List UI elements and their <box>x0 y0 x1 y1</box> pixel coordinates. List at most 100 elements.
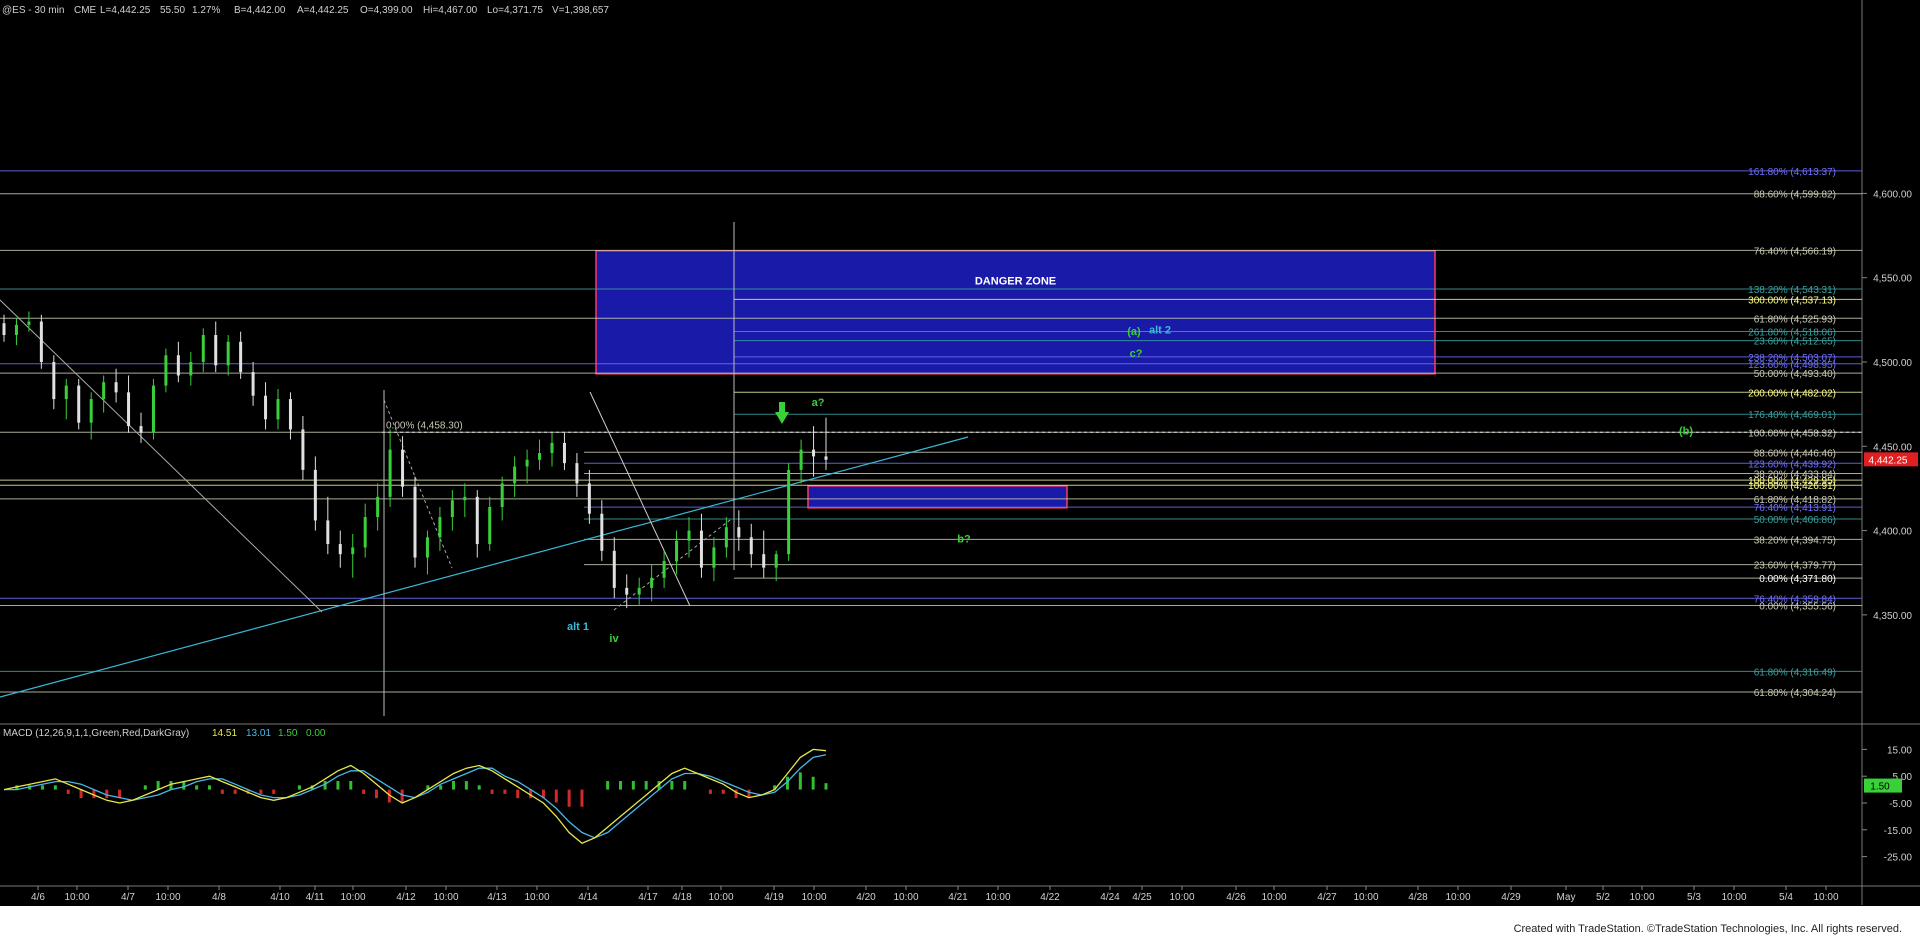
candle-body <box>326 520 330 545</box>
candle-body <box>699 530 703 568</box>
candle-body <box>214 335 218 366</box>
candle-body <box>2 323 6 336</box>
time-tick-label: 4/18 <box>672 892 692 903</box>
candle-body <box>562 442 566 464</box>
candle-body <box>388 449 392 497</box>
fib-level-label: 50.00% (4,493.40) <box>1754 369 1836 380</box>
candle-body <box>650 577 654 588</box>
macd-tick-label: -25.00 <box>1884 853 1913 864</box>
price-tick-label: 4,350.00 <box>1873 611 1912 622</box>
candle-body <box>488 506 492 545</box>
header-change-pct: 1.27% <box>192 5 220 16</box>
price-tick-label: 4,450.00 <box>1873 442 1912 453</box>
candle-body <box>450 500 454 518</box>
time-tick-label: 10:00 <box>1353 892 1378 903</box>
candle-body <box>550 442 554 454</box>
candle-body <box>239 341 243 373</box>
header-ask: A=4,442.25 <box>297 5 349 16</box>
candle-body <box>500 483 504 507</box>
time-tick-label: 10:00 <box>1169 892 1194 903</box>
candle-body <box>151 385 155 433</box>
candle-body <box>762 554 766 568</box>
candle-body <box>376 496 380 518</box>
candle-body <box>525 459 529 467</box>
candle-body <box>774 554 778 568</box>
candle-body <box>89 399 93 423</box>
target-zone[interactable] <box>807 485 1068 509</box>
wave-label: alt 1 <box>567 621 589 633</box>
candle-body <box>251 372 255 396</box>
wave-label: (b) <box>1679 425 1693 437</box>
price-chart[interactable]: DANGER ZONE 161.80% (4,613.37) 88.60% (4,… <box>0 0 1920 937</box>
macd-tick-label: -15.00 <box>1884 826 1913 837</box>
header-symbol: @ES - 30 min <box>2 5 64 16</box>
time-tick-label: 10:00 <box>985 892 1010 903</box>
price-tick-label: 4,400.00 <box>1873 527 1912 538</box>
macd-value: 14.51 <box>212 728 237 739</box>
time-tick-label: 4/28 <box>1408 892 1428 903</box>
fib-level-label: 76.40% (4,413.91) <box>1754 503 1836 514</box>
candle-body <box>625 587 629 595</box>
fib-level-label: 0.00% (4,371.80) <box>1759 574 1836 585</box>
macd-last-label: 1.50 <box>1870 782 1890 793</box>
candle-body <box>363 517 367 548</box>
time-tick-label: 4/17 <box>638 892 658 903</box>
fib-zero-label: 0.00% (4,458.30) <box>386 420 463 431</box>
fib-level-label: 61.80% (4,316.49) <box>1754 667 1836 678</box>
header-open: O=4,399.00 <box>360 5 413 16</box>
header-change: 55.50 <box>160 5 185 16</box>
candle-body <box>425 537 429 558</box>
candle-body <box>812 449 816 457</box>
header-volume: V=1,398,657 <box>552 5 609 16</box>
candle-body <box>226 341 230 366</box>
candle-body <box>64 385 68 400</box>
candle-body <box>575 463 579 484</box>
fib-level-label: 88.60% (4,446.46) <box>1754 448 1836 459</box>
candle-body <box>189 362 193 376</box>
fib-level-label: 61.80% (4,525.93) <box>1754 314 1836 325</box>
last-price-label: 4,442.25 <box>1869 455 1908 466</box>
candle-body <box>127 392 131 427</box>
time-tick-label: 10:00 <box>340 892 365 903</box>
header-exchange: CME <box>74 5 97 16</box>
wave-label: a? <box>812 397 825 409</box>
fib-level-label: 138.20% (4,543.31) <box>1748 285 1836 296</box>
chart-window: DANGER ZONE 161.80% (4,613.37) 88.60% (4,… <box>0 0 1920 937</box>
candle-body <box>600 513 604 551</box>
fib-level-label: 23.60% (4,512.65) <box>1754 337 1836 348</box>
time-tick-label: 4/24 <box>1100 892 1120 903</box>
fib-level-label: 38.20% (4,394.75) <box>1754 535 1836 546</box>
time-tick-label: 10:00 <box>893 892 918 903</box>
candle-body <box>749 537 753 555</box>
time-tick-label: 4/29 <box>1501 892 1521 903</box>
candle-body <box>351 547 355 555</box>
candle-body <box>77 385 81 423</box>
time-tick-label: 4/25 <box>1132 892 1152 903</box>
fib-level-label: 100.00% (4,426.91) <box>1748 481 1836 492</box>
danger-zone[interactable] <box>595 249 1436 375</box>
time-tick-label: 4/21 <box>948 892 968 903</box>
candle-body <box>463 496 467 501</box>
candle-body <box>438 517 442 538</box>
time-tick-label: 10:00 <box>708 892 733 903</box>
fib-level-label: 161.80% (4,613.37) <box>1748 167 1836 178</box>
candle-body <box>401 449 405 487</box>
candle-body <box>662 560 666 578</box>
candle-body <box>724 527 728 548</box>
footer-credit: Created with TradeStation. ©TradeStation… <box>1513 923 1902 935</box>
fib-level-label: 200.00% (4,482.02) <box>1748 388 1836 399</box>
candle-body <box>114 382 118 393</box>
time-tick-label: 4/7 <box>121 892 135 903</box>
candle-body <box>52 362 56 400</box>
time-tick-label: 4/13 <box>487 892 507 903</box>
time-tick-label: 10:00 <box>801 892 826 903</box>
macd-value: 1.50 <box>278 728 298 739</box>
time-tick-label: 5/4 <box>1779 892 1793 903</box>
time-tick-label: 10:00 <box>64 892 89 903</box>
time-tick-label: 10:00 <box>1445 892 1470 903</box>
time-tick-label: 10:00 <box>1813 892 1838 903</box>
time-tick-label: 4/8 <box>212 892 226 903</box>
time-tick-label: 10:00 <box>155 892 180 903</box>
fib-level-label: 176.40% (4,469.01) <box>1748 410 1836 421</box>
time-tick-label: 4/26 <box>1226 892 1246 903</box>
